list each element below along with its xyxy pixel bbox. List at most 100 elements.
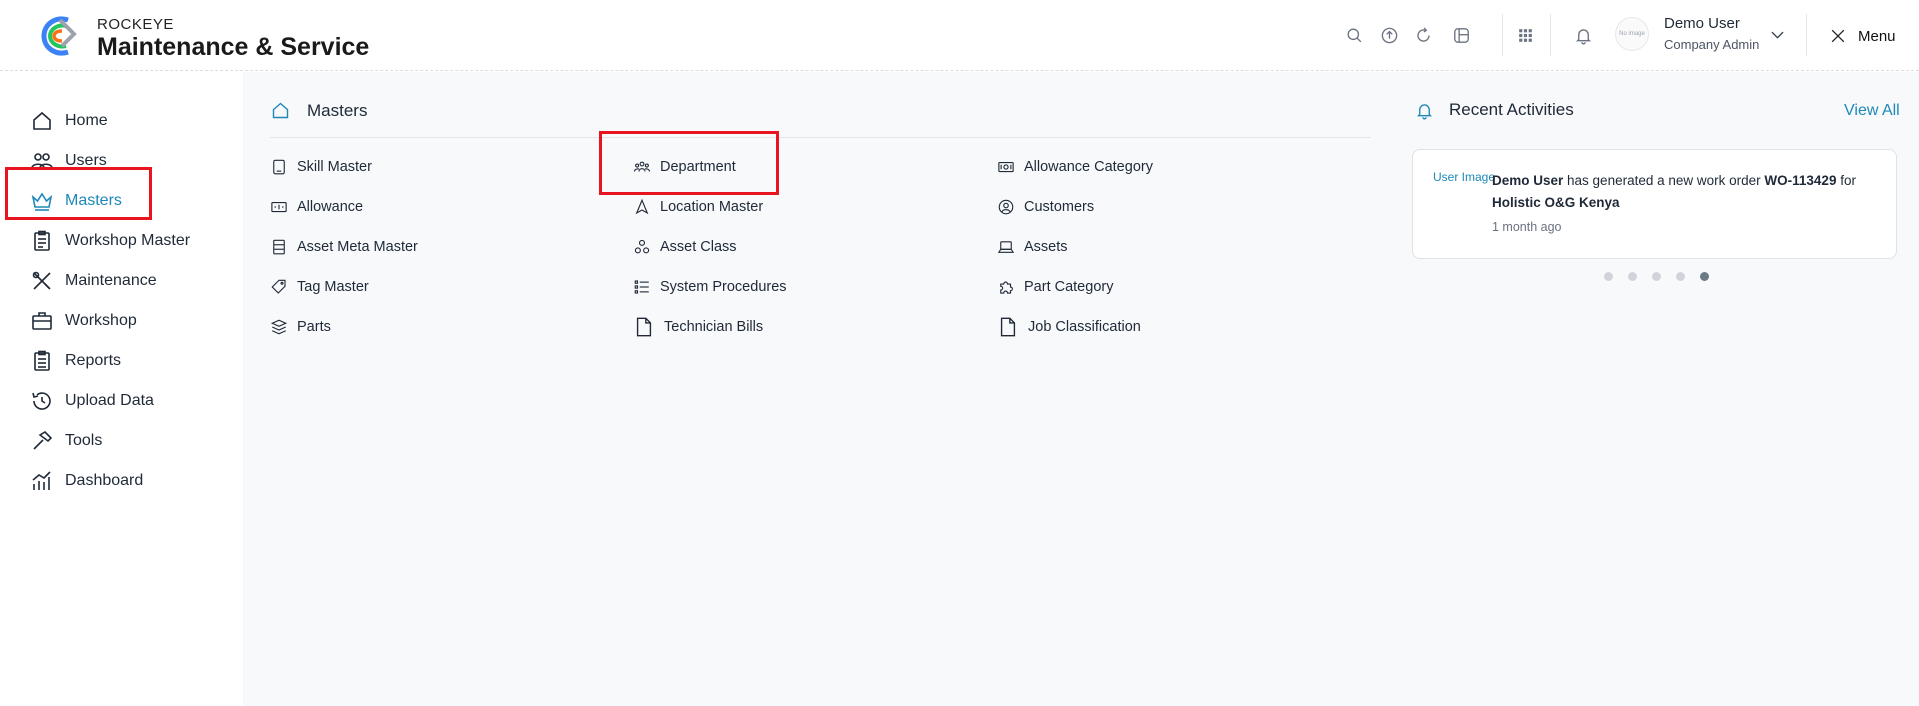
avatar[interactable]: No image	[1615, 17, 1649, 51]
tag-icon	[271, 279, 286, 294]
apps-grid-icon[interactable]	[1514, 24, 1536, 46]
search-icon[interactable]	[1343, 24, 1365, 46]
master-item-label: Tag Master	[297, 279, 369, 295]
master-item-tag-master[interactable]: Tag Master	[270, 276, 369, 298]
master-item-parts[interactable]: Parts	[270, 316, 331, 338]
activity-card[interactable]: User Image Demo User has generated a new…	[1412, 149, 1897, 259]
master-item-location-master[interactable]: Location Master	[633, 196, 763, 218]
tools-icon	[32, 271, 51, 290]
sidebar-item-label: Workshop Master	[65, 232, 191, 249]
briefcase-icon	[32, 312, 52, 330]
activity-time: 1 month ago	[1492, 220, 1562, 234]
chevron-down-icon[interactable]	[1766, 23, 1788, 45]
sidebar-item-tools[interactable]: Tools	[30, 426, 102, 456]
view-all-link[interactable]: View All	[1844, 102, 1900, 120]
master-item-label: Asset Class	[660, 239, 737, 255]
divider	[270, 137, 1371, 138]
sidebar-item-workshop-master[interactable]: Workshop Master	[30, 226, 190, 256]
layout-icon[interactable]	[1450, 24, 1472, 46]
top-header: ROCKEYE Maintenance & Service No image D…	[0, 0, 1919, 71]
carousel-dot[interactable]	[1652, 272, 1661, 281]
master-item-label: Job Classification	[1028, 319, 1141, 335]
master-item-label: Technician Bills	[664, 319, 764, 335]
master-item-allowance[interactable]: Allowance	[270, 196, 363, 218]
sidebar-item-upload-data[interactable]: Upload Data	[30, 386, 154, 416]
avatar-placeholder: No image	[1619, 30, 1645, 37]
history-icon	[32, 392, 51, 410]
master-item-asset-class[interactable]: Asset Class	[633, 236, 737, 258]
user-image-placeholder: User Image	[1433, 170, 1496, 184]
laptop-icon	[997, 241, 1015, 253]
master-item-technician-bills[interactable]: Technician Bills	[633, 316, 763, 338]
rockeye-logo	[41, 16, 77, 56]
menu-button[interactable]: Menu	[1828, 25, 1896, 47]
sidebar-item-home[interactable]: Home	[30, 106, 108, 136]
home-icon	[33, 111, 51, 130]
page-title: Masters	[307, 100, 368, 120]
list-icon	[634, 280, 649, 294]
master-item-asset-meta-master[interactable]: Asset Meta Master	[270, 236, 418, 258]
brand-name: ROCKEYE	[97, 16, 174, 33]
bell-icon[interactable]	[1572, 24, 1594, 46]
sidebar-item-label: Tools	[65, 432, 103, 449]
highlight-box-masters	[5, 167, 152, 220]
master-item-label: Assets	[1024, 239, 1068, 255]
circles-icon	[634, 239, 650, 254]
cash-icon	[998, 161, 1014, 173]
sidebar-item-workshop[interactable]: Workshop	[30, 306, 137, 336]
stack-icon	[270, 319, 288, 335]
activity-for: for	[1836, 173, 1856, 188]
carousel-dot-active[interactable]	[1700, 272, 1709, 281]
sidebar-item-label: Workshop	[65, 312, 137, 329]
masters-header: Masters	[270, 100, 367, 121]
sidebar-item-label: Home	[65, 112, 108, 129]
activity-action: has generated a new work order	[1563, 173, 1765, 188]
close-icon	[1831, 29, 1845, 43]
activity-company: Holistic O&G Kenya	[1492, 195, 1620, 210]
master-item-system-procedures[interactable]: System Procedures	[633, 276, 787, 298]
main-content: Masters Skill Master Allowance Asset Met…	[243, 72, 1919, 706]
master-item-label: Skill Master	[297, 159, 372, 175]
work-order-number: WO-113429	[1764, 173, 1837, 188]
upload-icon[interactable]	[1378, 24, 1400, 46]
sidebar-item-reports[interactable]: Reports	[30, 346, 121, 376]
master-item-label: Parts	[297, 319, 331, 335]
master-item-label: System Procedures	[660, 279, 787, 295]
master-item-allowance-category[interactable]: Allowance Category	[997, 156, 1153, 178]
master-item-label: Part Category	[1024, 279, 1114, 295]
sidebar-item-label: Dashboard	[65, 472, 144, 489]
master-item-label: Allowance	[297, 199, 364, 215]
recent-activities-title: Recent Activities	[1449, 100, 1574, 119]
master-item-skill-master[interactable]: Skill Master	[270, 156, 372, 178]
master-item-label: Allowance Category	[1024, 159, 1153, 175]
carousel-dot[interactable]	[1628, 272, 1637, 281]
home-icon	[272, 102, 289, 119]
carousel-dots	[1604, 272, 1709, 281]
tablet-icon	[273, 159, 285, 175]
navigation-icon	[635, 198, 649, 215]
master-item-part-category[interactable]: Part Category	[997, 276, 1113, 298]
master-item-customers[interactable]: Customers	[997, 196, 1094, 218]
user-name[interactable]: Demo User	[1664, 15, 1740, 32]
master-item-label: Location Master	[660, 199, 764, 215]
sidebar-item-dashboard[interactable]: Dashboard	[30, 466, 143, 496]
layers-box-icon	[273, 239, 285, 255]
sidebar-item-label: Maintenance	[65, 272, 157, 289]
master-item-job-classification[interactable]: Job Classification	[997, 316, 1141, 338]
report-icon	[34, 350, 50, 371]
hammer-icon	[33, 430, 53, 450]
money-icon	[271, 201, 287, 213]
chart-icon	[32, 471, 51, 490]
sidebar-item-maintenance[interactable]: Maintenance	[30, 266, 157, 296]
menu-label: Menu	[1858, 27, 1896, 45]
user-circle-icon	[998, 199, 1014, 215]
carousel-dot[interactable]	[1676, 272, 1685, 281]
activity-text: Demo User has generated a new work order…	[1492, 170, 1877, 214]
master-item-label: Asset Meta Master	[297, 239, 418, 255]
puzzle-icon	[1000, 281, 1013, 294]
recent-activities-header: Recent Activities	[1415, 100, 1574, 120]
carousel-dot[interactable]	[1604, 272, 1613, 281]
header-divider	[1550, 14, 1551, 56]
master-item-assets[interactable]: Assets	[997, 236, 1068, 258]
refresh-icon[interactable]	[1412, 24, 1434, 46]
